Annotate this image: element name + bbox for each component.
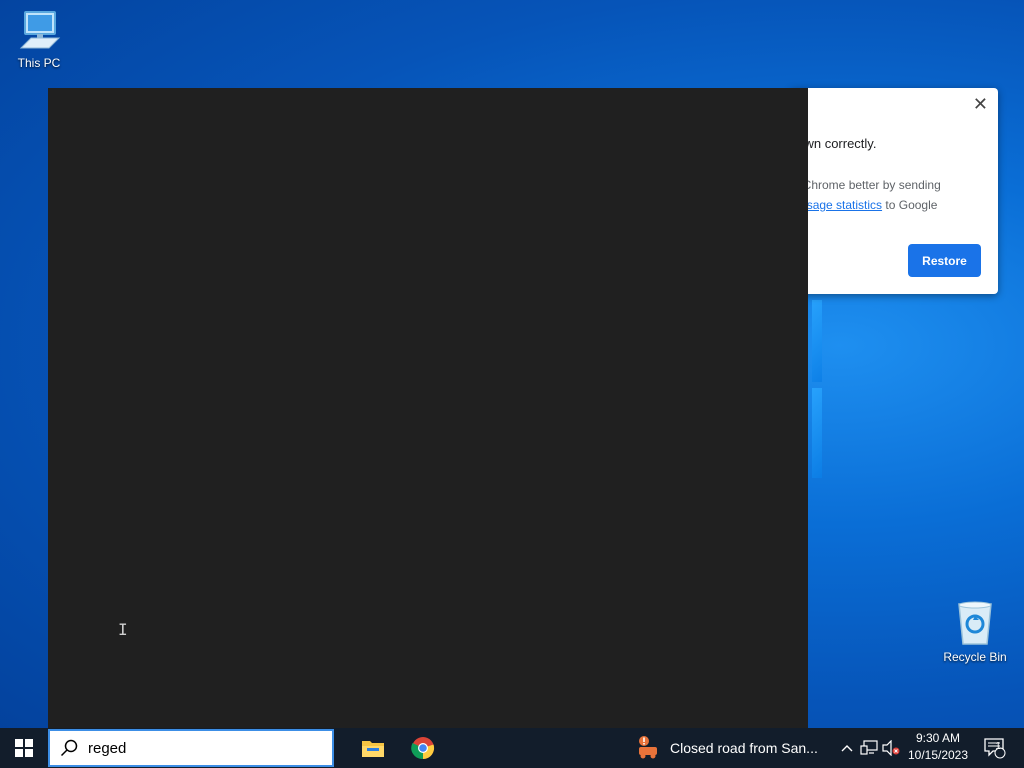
chrome-taskbar-button[interactable] (398, 728, 448, 768)
news-text: Closed road from San... (670, 740, 818, 756)
road-warning-icon (639, 736, 657, 759)
desktop-icon-this-pc[interactable]: This PC (4, 8, 74, 70)
windows-logo-pane (812, 300, 822, 382)
popup-body-line: d usage statistics to Google (790, 198, 937, 212)
popup-body-line: le Chrome better by sending (790, 178, 941, 192)
taskbar-search-box[interactable] (48, 729, 334, 767)
action-center-button[interactable]: 1 (980, 728, 1010, 768)
windows-logo-pane (812, 388, 822, 478)
desktop-icon-label: Recycle Bin (943, 650, 1007, 664)
usage-statistics-link[interactable]: usage statistics (800, 198, 882, 212)
chrome-restore-popup: ✕ down correctly. le Chrome better by se… (790, 88, 998, 294)
search-input[interactable] (88, 739, 318, 757)
desktop-icon-recycle-bin[interactable]: Recycle Bin (940, 600, 1010, 664)
text-cursor-icon: I (118, 620, 128, 639)
clock-time: 9:30 AM (915, 731, 961, 745)
volume-button[interactable] (880, 728, 902, 768)
taskbar-clock[interactable]: 9:30 AM 10/15/2023 (906, 730, 970, 764)
chevron-up-icon (841, 745, 853, 752)
dark-app-window[interactable] (48, 88, 808, 728)
folder-icon (362, 741, 384, 757)
file-explorer-taskbar-button[interactable] (348, 728, 398, 768)
popup-body-text: to Google (882, 198, 938, 212)
system-tray (836, 728, 902, 768)
recycle-bin-icon (958, 601, 992, 645)
news-widget[interactable]: Closed road from San... (636, 728, 818, 768)
taskbar: Closed road from San... 9:30 AM 10/15/20… (0, 728, 1024, 768)
computer-icon (19, 11, 61, 49)
chrome-icon (411, 737, 435, 760)
show-hidden-icons-button[interactable] (836, 728, 858, 768)
start-button[interactable] (0, 728, 48, 768)
network-icon (860, 740, 878, 755)
network-button[interactable] (858, 728, 880, 768)
close-icon[interactable]: ✕ (973, 94, 988, 115)
notification-count-badge: 1 (995, 741, 1001, 752)
windows-icon (15, 739, 33, 757)
desktop-icon-label: This PC (17, 56, 61, 70)
volume-muted-icon (882, 740, 900, 756)
search-icon (60, 739, 78, 757)
restore-button[interactable]: Restore (908, 244, 981, 277)
clock-date: 10/15/2023 (907, 748, 969, 762)
